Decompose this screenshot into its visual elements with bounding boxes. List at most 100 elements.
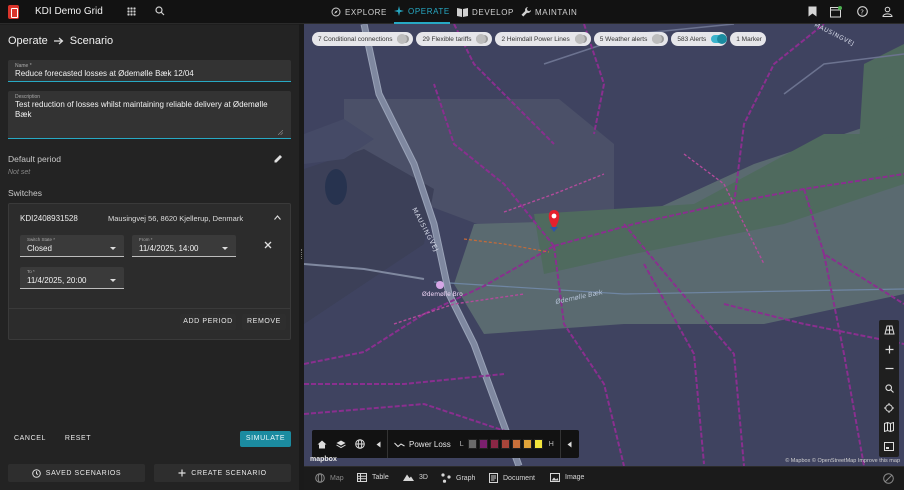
- search-map-icon[interactable]: [879, 379, 899, 399]
- close-icon[interactable]: [264, 241, 272, 249]
- view-switcher-bar: Map Table 3D Graph Document Image: [304, 466, 904, 490]
- legend-swatch: [511, 439, 521, 449]
- chip-heimdall-power-lines[interactable]: 2 Heimdall Power Lines: [495, 32, 591, 46]
- layers-icon[interactable]: [331, 430, 350, 458]
- map-canvas[interactable]: MAUSINGVEJ MAUSINGVEJ Ødemølle Bæk Ødemø…: [304, 24, 904, 466]
- edit-pencil-icon[interactable]: [274, 154, 283, 163]
- chip-label: 1 Marker: [736, 35, 762, 43]
- saved-scenarios-label: SAVED SCENARIOS: [45, 469, 122, 477]
- home-icon[interactable]: [312, 430, 331, 458]
- legend-label: Power Loss: [409, 439, 451, 449]
- globe-icon: [315, 473, 325, 483]
- description-field[interactable]: Description Test reduction of losses whi…: [8, 91, 291, 139]
- legend-swatch: [522, 439, 532, 449]
- reset-button[interactable]: RESET: [58, 431, 98, 447]
- chip-toggle[interactable]: [397, 34, 410, 44]
- chip-toggle[interactable]: [652, 34, 665, 44]
- chip-toggle[interactable]: [711, 34, 728, 44]
- view-tab-graph[interactable]: Graph: [441, 473, 475, 483]
- compass-icon: [331, 7, 341, 17]
- map-style-icon[interactable]: [879, 418, 899, 438]
- view-tab-document[interactable]: Document: [489, 473, 535, 483]
- chip-conditional-connections[interactable]: 7 Conditional connections: [312, 32, 414, 46]
- user-icon[interactable]: [882, 6, 893, 17]
- legend-swatch: [478, 439, 488, 449]
- map-view[interactable]: MAUSINGVEJ MAUSINGVEJ Ødemølle Bæk Ødemø…: [304, 24, 904, 466]
- calendar-icon[interactable]: [830, 6, 842, 18]
- cancel-button[interactable]: CANCEL: [8, 431, 52, 447]
- mapbox-logo[interactable]: mapbox: [310, 456, 337, 463]
- zoom-out-icon[interactable]: [879, 359, 899, 379]
- search-icon[interactable]: [155, 6, 165, 16]
- view-tab-image[interactable]: Image: [550, 473, 584, 482]
- arrow-right-icon: [53, 37, 64, 45]
- map-lake: [325, 169, 347, 205]
- breadcrumb-parent[interactable]: Operate: [8, 35, 48, 47]
- chip-label: 583 Alerts: [677, 35, 707, 43]
- view-tab-3d[interactable]: 3D: [403, 473, 428, 481]
- chip-label: 29 Flexible tariffs: [422, 35, 472, 43]
- from-select[interactable]: From * 11/4/2025, 14:00: [132, 235, 236, 257]
- simulate-button[interactable]: SIMULATE: [240, 431, 291, 447]
- collapse-left-icon[interactable]: [369, 430, 388, 458]
- chip-flexible-tariffs[interactable]: 29 Flexible tariffs: [416, 32, 493, 46]
- chip-weather-alerts[interactable]: 5 Weather alerts: [593, 32, 669, 46]
- view-tab-map[interactable]: Map: [315, 473, 344, 483]
- switch-state-select[interactable]: Switch State * Closed: [20, 235, 124, 257]
- to-select[interactable]: To * 11/4/2025, 20:00: [20, 267, 124, 289]
- switch-card: KDI2408931528 Mausingvej 56, 8620 Kjelle…: [8, 203, 291, 340]
- chip-label: 2 Heimdall Power Lines: [501, 35, 570, 43]
- view-tab-table[interactable]: Table: [357, 473, 389, 482]
- map-attribution[interactable]: © Mapbox © OpenStreetMap Improve this ma…: [785, 458, 900, 464]
- chevron-up-icon[interactable]: [274, 215, 281, 220]
- dropdown-caret-icon: [222, 247, 228, 250]
- nav-maintain[interactable]: MAINTAIN: [521, 0, 577, 24]
- nav-explore[interactable]: EXPLORE: [331, 0, 387, 24]
- bookmark-icon[interactable]: [808, 6, 817, 17]
- legend-swatches: [467, 439, 545, 449]
- apps-grid-icon[interactable]: [127, 7, 136, 16]
- create-scenario-button[interactable]: CREATE SCENARIO: [154, 464, 291, 482]
- remove-button[interactable]: REMOVE: [242, 314, 286, 330]
- chip-alerts[interactable]: 583 Alerts: [671, 32, 728, 46]
- legend-swatch: [489, 439, 499, 449]
- help-icon[interactable]: ?: [857, 6, 868, 17]
- switch-state-label: Switch State *: [27, 237, 56, 242]
- zoom-in-icon[interactable]: [879, 340, 899, 360]
- from-value: 11/4/2025, 14:00: [139, 244, 199, 253]
- add-period-button[interactable]: ADD PERIOD: [180, 314, 236, 330]
- wrench-icon: [521, 7, 531, 17]
- chip-marker[interactable]: 1 Marker: [730, 32, 766, 46]
- create-scenario-label: CREATE SCENARIO: [191, 469, 267, 477]
- switches-label: Switches: [8, 188, 43, 198]
- power-loss-legend[interactable]: Power Loss L H: [388, 439, 560, 449]
- legend-swatch: [500, 439, 510, 449]
- saved-scenarios-button[interactable]: SAVED SCENARIOS: [8, 464, 145, 482]
- nav-operate[interactable]: OPERATE: [394, 0, 450, 24]
- legend-card-icon[interactable]: [879, 437, 899, 457]
- switch-id: KDI2408931528: [20, 214, 78, 223]
- app-logo[interactable]: [8, 5, 19, 19]
- from-label: From *: [139, 237, 153, 242]
- view-tab-label: Map: [330, 474, 344, 482]
- globe-toggle-icon[interactable]: [350, 430, 369, 458]
- to-value: 11/4/2025, 20:00: [27, 276, 87, 285]
- nav-develop[interactable]: DEVELOP: [457, 0, 514, 24]
- resize-handle-icon[interactable]: [278, 130, 283, 135]
- poi-bridge-icon[interactable]: [436, 281, 444, 289]
- nav-develop-label: DEVELOP: [472, 7, 514, 17]
- name-field[interactable]: Name * Reduce forecasted losses at Ødemø…: [8, 60, 291, 82]
- locate-icon[interactable]: [879, 398, 899, 418]
- to-label: To *: [27, 269, 35, 274]
- collapse-right-icon[interactable]: [559, 430, 579, 458]
- chip-label: 5 Weather alerts: [599, 35, 648, 43]
- chip-toggle[interactable]: [574, 34, 587, 44]
- nav-maintain-label: MAINTAIN: [535, 7, 578, 17]
- dropdown-caret-icon: [110, 279, 116, 282]
- trend-line-icon: [394, 442, 405, 447]
- plus-icon: [178, 469, 186, 477]
- chip-toggle[interactable]: [476, 34, 489, 44]
- legend-swatch: [533, 439, 543, 449]
- no-signal-icon[interactable]: [883, 473, 894, 484]
- tilt-icon[interactable]: [879, 320, 899, 340]
